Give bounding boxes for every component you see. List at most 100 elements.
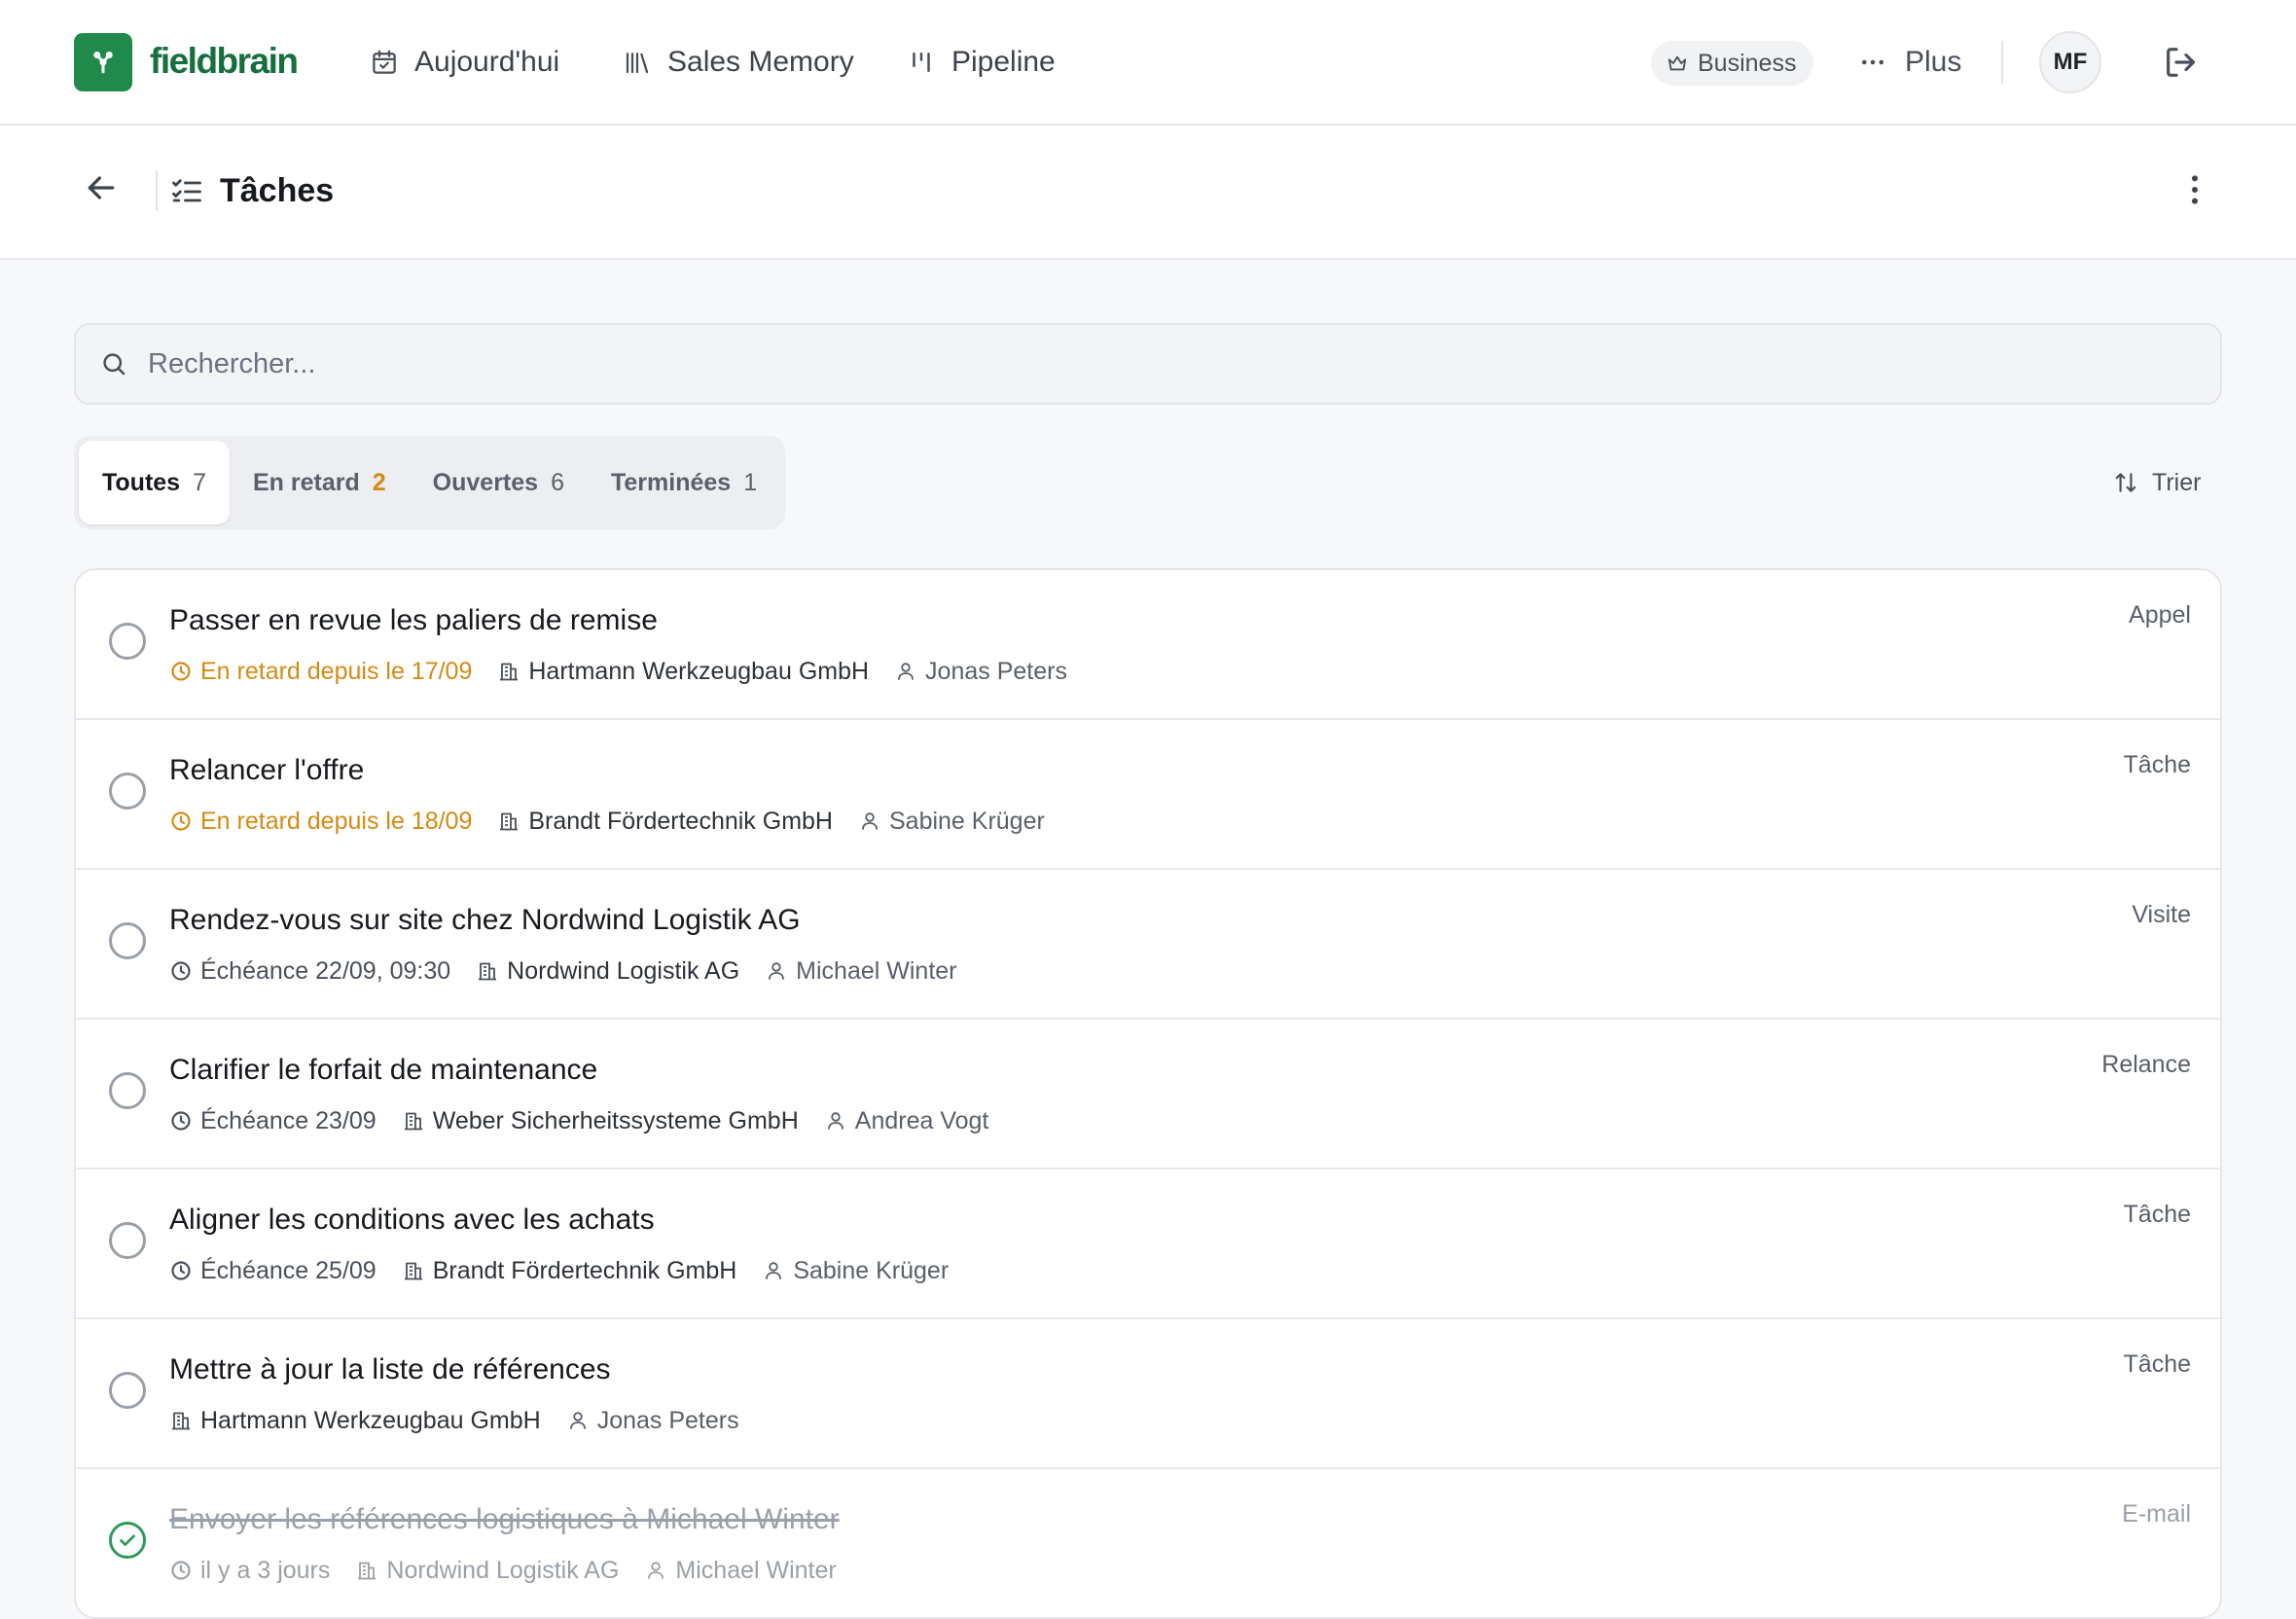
task-contact[interactable]: Sabine Krüger (762, 1257, 949, 1285)
building-icon (500, 812, 519, 831)
building-icon (500, 663, 519, 681)
calendar-check-icon (373, 50, 396, 74)
task-checkbox[interactable] (109, 1372, 146, 1409)
task-title[interactable]: Clarifier le forfait de maintenance (169, 1051, 597, 1090)
logout-icon[interactable] (2162, 43, 2201, 82)
tab-overdue[interactable]: En retard 2 (230, 441, 410, 524)
task-row[interactable]: Clarifier le forfait de maintenance Rela… (76, 1020, 2220, 1169)
task-due: Échéance 25/09 (169, 1257, 377, 1285)
top-navigation: fieldbrain Aujourd'hui Sales Memory Pipe… (0, 0, 2296, 126)
task-checkbox[interactable] (109, 1072, 146, 1109)
task-meta: Échéance 25/09 Brandt Fördertechnik GmbH… (169, 1253, 974, 1288)
task-row[interactable]: Relancer l'offre Tâche En retard depuis … (76, 720, 2220, 870)
task-company-name: Hartmann Werkzeugbau GmbH (200, 1406, 541, 1434)
clock-icon (171, 662, 191, 681)
nav-sales-memory[interactable]: Sales Memory (623, 39, 854, 86)
more-horizontal-icon (1862, 59, 1883, 65)
sort-button[interactable]: Trier (2113, 461, 2201, 504)
user-icon (769, 962, 785, 980)
task-meta: En retard depuis le 18/09 Brandt Fördert… (169, 804, 1070, 839)
task-company[interactable]: Brandt Fördertechnik GmbH (497, 808, 833, 836)
clock-icon (171, 1261, 191, 1280)
back-arrow-icon[interactable] (82, 168, 121, 207)
task-checkbox[interactable] (109, 1222, 146, 1259)
tab-completed-count: 1 (743, 468, 758, 496)
task-type: Relance (2101, 1051, 2191, 1078)
task-contact[interactable]: Jonas Peters (566, 1407, 739, 1435)
clock-icon (171, 1561, 191, 1580)
task-title[interactable]: Aligner les conditions avec les achats (169, 1201, 655, 1240)
task-contact-name: Michael Winter (796, 956, 957, 985)
task-title[interactable]: Rendez-vous sur site chez Nordwind Logis… (169, 901, 801, 940)
task-company[interactable]: Weber Sicherheitssysteme GmbH (402, 1107, 799, 1135)
task-row[interactable]: Mettre à jour la liste de références Tâc… (76, 1319, 2220, 1469)
more-menu-button[interactable]: Plus (1858, 39, 1961, 86)
task-due: En retard depuis le 17/09 (169, 658, 472, 686)
header-divider (156, 170, 158, 211)
task-due-text: Échéance 25/09 (200, 1256, 377, 1284)
task-due-text: En retard depuis le 17/09 (200, 657, 473, 685)
tab-all-label: Toutes (102, 468, 181, 496)
task-title[interactable]: Envoyer les références logistiques à Mic… (169, 1500, 840, 1539)
task-type: Tâche (2123, 751, 2191, 778)
task-contact[interactable]: Michael Winter (644, 1557, 837, 1585)
task-checkbox[interactable] (109, 773, 146, 810)
task-company-name: Brandt Fördertechnik GmbH (432, 1256, 737, 1284)
nav-today[interactable]: Aujourd'hui (370, 39, 559, 86)
check-icon (120, 1534, 135, 1546)
task-contact[interactable]: Andrea Vogt (824, 1106, 989, 1135)
task-row[interactable]: Passer en revue les paliers de remise Ap… (76, 570, 2220, 720)
task-title[interactable]: Mettre à jour la liste de références (169, 1350, 611, 1389)
task-contact[interactable]: Michael Winter (765, 956, 957, 986)
task-meta: Hartmann Werkzeugbau GmbH Jonas Peters (169, 1403, 765, 1438)
task-row-completed[interactable]: Envoyer les références logistiques à Mic… (76, 1469, 2220, 1617)
task-company[interactable]: Nordwind Logistik AG (476, 957, 739, 986)
task-contact-name: Andrea Vogt (854, 1106, 989, 1134)
plan-badge[interactable]: Business (1651, 41, 1814, 86)
tab-open[interactable]: Ouvertes 6 (410, 441, 588, 524)
task-company-name: Nordwind Logistik AG (507, 956, 740, 985)
brand-name[interactable]: fieldbrain (150, 37, 299, 86)
task-company[interactable]: Hartmann Werkzeugbau GmbH (169, 1407, 541, 1435)
task-type: Tâche (2123, 1201, 2191, 1228)
task-row[interactable]: Rendez-vous sur site chez Nordwind Logis… (76, 870, 2220, 1020)
task-title[interactable]: Relancer l'offre (169, 751, 364, 790)
tab-completed[interactable]: Terminées 1 (588, 441, 780, 524)
task-company[interactable]: Brandt Fördertechnik GmbH (402, 1256, 737, 1285)
task-meta: Échéance 22/09, 09:30 Nordwind Logistik … (169, 953, 983, 989)
task-due-text: En retard depuis le 18/09 (200, 807, 473, 835)
task-contact[interactable]: Sabine Krüger (858, 808, 1045, 836)
list-checks-icon (172, 179, 201, 202)
tab-overdue-count: 2 (372, 468, 386, 496)
tab-completed-label: Terminées (610, 468, 732, 496)
task-checkbox[interactable] (109, 922, 146, 959)
tab-all-count: 7 (193, 468, 206, 496)
task-company-name: Brandt Fördertechnik GmbH (528, 807, 833, 835)
task-contact[interactable]: Jonas Peters (894, 658, 1067, 686)
task-company-name: Nordwind Logistik AG (386, 1556, 620, 1584)
nav-pipeline[interactable]: Pipeline (907, 39, 1056, 86)
more-vertical-icon[interactable] (2175, 170, 2214, 209)
task-contact-name: Sabine Krüger (888, 807, 1045, 835)
user-avatar[interactable]: MF (2039, 31, 2101, 93)
task-company[interactable]: Nordwind Logistik AG (355, 1557, 619, 1585)
task-checkbox[interactable] (109, 623, 146, 660)
nav-divider (2001, 41, 2003, 84)
search-bar (74, 323, 2222, 405)
fieldbrain-logo-icon[interactable] (74, 33, 132, 91)
task-checkbox-checked[interactable] (109, 1522, 146, 1559)
task-company[interactable]: Hartmann Werkzeugbau GmbH (497, 658, 869, 686)
search-input[interactable] (148, 347, 2094, 380)
task-title[interactable]: Passer en revue les paliers de remise (169, 601, 658, 640)
tab-all[interactable]: Toutes 7 (79, 441, 230, 524)
tab-open-count: 6 (551, 468, 564, 496)
task-row[interactable]: Aligner les conditions avec les achats T… (76, 1169, 2220, 1319)
page-title: Tâches (220, 172, 335, 209)
user-icon (569, 1412, 586, 1429)
tab-open-label: Ouvertes (432, 468, 539, 496)
task-meta: En retard depuis le 17/09 Hartmann Werkz… (169, 654, 1093, 689)
building-icon (404, 1112, 422, 1131)
user-icon (827, 1112, 843, 1130)
crown-icon (1668, 55, 1687, 71)
nav-sales-memory-label: Sales Memory (667, 46, 854, 78)
